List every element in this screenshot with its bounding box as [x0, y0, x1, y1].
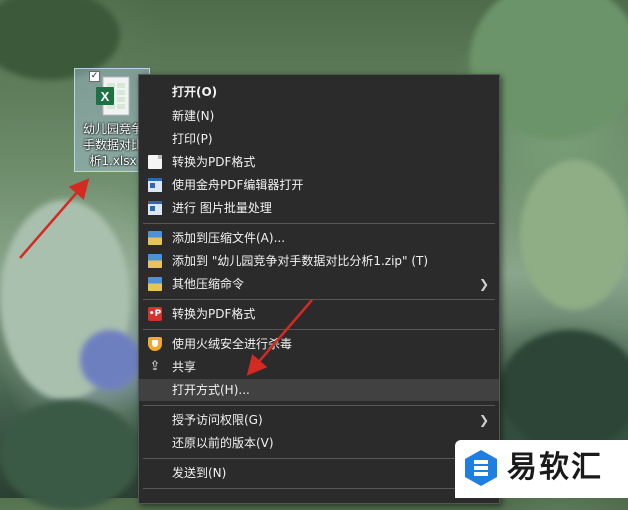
- menu-item-label: 新建(N): [172, 109, 215, 123]
- menu-separator: [143, 458, 495, 459]
- menu-item-label: 共享: [172, 360, 197, 374]
- brand-logo-icon: [465, 450, 497, 486]
- menu-item-label: 转换为PDF格式: [172, 307, 256, 321]
- svg-text:X: X: [101, 89, 110, 104]
- menu-item-label: 其他压缩命令: [172, 277, 245, 291]
- watermark: 易软汇: [455, 440, 628, 498]
- menu-item-antivirus-scan[interactable]: 使用火绒安全进行杀毒: [139, 333, 499, 355]
- menu-item-share[interactable]: ⇪ 共享: [139, 356, 499, 378]
- menu-item-label: 添加到压缩文件(A)...: [172, 231, 286, 245]
- menu-item-label: 使用火绒安全进行杀毒: [172, 337, 293, 351]
- archive-icon: [148, 277, 162, 291]
- document-icon: [148, 155, 162, 169]
- menu-item-label: 发送到(N): [172, 466, 227, 480]
- excel-icon: X: [96, 76, 130, 116]
- watermark-text: 易软汇: [507, 450, 603, 485]
- menu-item-label: 使用金舟PDF编辑器打开: [172, 178, 304, 192]
- menu-item-new[interactable]: 新建(N): [139, 105, 499, 127]
- menu-item-send-to[interactable]: 发送到(N) ❯: [139, 462, 499, 484]
- menu-separator: [143, 405, 495, 406]
- menu-separator: [143, 329, 495, 330]
- app-window-icon: [148, 178, 162, 192]
- menu-item-label: 打开方式(H)...: [172, 383, 250, 397]
- app-window-icon: [148, 201, 162, 215]
- menu-item-label: 授予访问权限(G): [172, 413, 263, 427]
- menu-item-convert-pdf[interactable]: 转换为PDF格式: [139, 151, 499, 173]
- menu-item-label: 进行 图片批量处理: [172, 201, 272, 215]
- background-foliage: [80, 330, 140, 390]
- menu-item-open[interactable]: 打开(O): [139, 81, 499, 103]
- share-icon: ⇪: [149, 359, 161, 374]
- menu-item-add-archive[interactable]: 添加到压缩文件(A)...: [139, 227, 499, 249]
- menu-separator: [143, 223, 495, 224]
- menu-item-other-compress[interactable]: 其他压缩命令 ❯: [139, 273, 499, 295]
- background-foliage: [0, 400, 140, 510]
- menu-item-label: 添加到 "幼儿园竞争对手数据对比分析1.zip" (T): [172, 254, 429, 268]
- menu-item-convert-pdf-2[interactable]: •P 转换为PDF格式: [139, 303, 499, 325]
- menu-item-open-pdf-editor[interactable]: 使用金舟PDF编辑器打开: [139, 174, 499, 196]
- menu-item-add-to-zip[interactable]: 添加到 "幼儿园竞争对手数据对比分析1.zip" (T): [139, 250, 499, 272]
- menu-item-restore-versions[interactable]: 还原以前的版本(V): [139, 432, 499, 454]
- menu-item-label: 打开(O): [172, 85, 218, 99]
- chevron-right-icon: ❯: [478, 277, 489, 291]
- menu-item-batch-image[interactable]: 进行 图片批量处理: [139, 197, 499, 219]
- menu-item-label: 打印(P): [172, 132, 213, 146]
- context-menu: 打开(O) 新建(N) 打印(P) 转换为PDF格式 使用金舟PDF编辑器打开 …: [138, 74, 500, 504]
- menu-separator: [143, 488, 495, 489]
- menu-item-grant-access[interactable]: 授予访问权限(G) ❯: [139, 409, 499, 431]
- pdf-convert-icon: •P: [148, 307, 162, 321]
- menu-item-label: 转换为PDF格式: [172, 155, 256, 169]
- archive-icon: [148, 254, 162, 268]
- menu-item-open-with[interactable]: 打开方式(H)...: [139, 379, 499, 401]
- menu-item-label: 还原以前的版本(V): [172, 436, 274, 450]
- menu-separator: [143, 299, 495, 300]
- shield-icon: [148, 337, 162, 351]
- archive-icon: [148, 231, 162, 245]
- menu-item-print[interactable]: 打印(P): [139, 128, 499, 150]
- background-foliage: [500, 330, 628, 450]
- background-foliage: [520, 160, 628, 310]
- chevron-right-icon: ❯: [478, 413, 489, 427]
